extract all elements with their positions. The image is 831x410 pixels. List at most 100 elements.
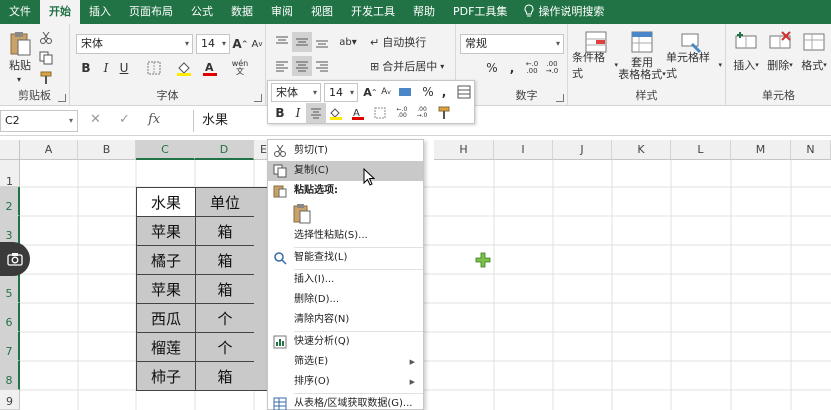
insert-cells-button[interactable]: 插入 ▾ — [730, 58, 762, 72]
comma-button[interactable]: , — [502, 58, 522, 78]
column-header-l[interactable]: L — [671, 140, 731, 160]
cell-d2[interactable]: 单位 — [195, 187, 255, 217]
align-center-icon[interactable] — [292, 56, 312, 76]
cell-c8[interactable]: 柿子 — [136, 361, 196, 391]
phonetic-guide-button[interactable]: wén 文 — [230, 58, 250, 78]
mini-italic-button[interactable]: I — [288, 103, 308, 123]
column-header-c[interactable]: C — [136, 140, 195, 160]
mini-increase-decimal-icon[interactable]: ←.0.00 — [392, 103, 412, 123]
column-header-i[interactable]: I — [494, 140, 553, 160]
mini-decrease-decimal-icon[interactable]: .00 →.0 — [412, 103, 432, 123]
enter-icon[interactable]: ✓ — [119, 112, 130, 127]
menu-item-smart-lookup[interactable]: 智能查找(L) — [268, 248, 423, 268]
align-left-icon[interactable] — [272, 56, 292, 76]
insert-function-icon[interactable]: fx — [148, 112, 160, 127]
tab-review[interactable]: 审阅 — [262, 0, 302, 24]
fill-color-icon[interactable] — [174, 58, 194, 78]
tab-page-layout[interactable]: 页面布局 — [120, 0, 182, 24]
tell-me-search[interactable]: 操作说明搜索 — [536, 0, 613, 24]
column-header-d[interactable]: D — [195, 140, 254, 160]
orientation-icon[interactable]: ab▾ — [338, 32, 358, 52]
italic-button[interactable]: I — [96, 58, 116, 78]
align-right-icon[interactable] — [312, 56, 332, 76]
paste-button[interactable]: 粘贴 — [2, 58, 38, 72]
cell-c3[interactable]: 苹果 — [136, 216, 196, 246]
tab-insert[interactable]: 插入 — [80, 0, 120, 24]
cancel-icon[interactable]: ✕ — [90, 112, 101, 127]
cell-d8[interactable]: 箱 — [195, 361, 255, 391]
format-cells-button[interactable]: 格式 ▾ — [798, 58, 830, 72]
cell-d7[interactable]: 个 — [195, 332, 255, 362]
delete-cells-icon[interactable] — [768, 30, 792, 54]
row-header-7[interactable]: 7 — [0, 332, 20, 361]
cell-d3[interactable]: 箱 — [195, 216, 255, 246]
select-all-corner[interactable] — [0, 140, 20, 160]
cell-d4[interactable]: 箱 — [195, 245, 255, 275]
row-header-8[interactable]: 8 — [0, 361, 20, 390]
menu-item-get-data-from-table[interactable]: 从表格/区域获取数据(G)... — [268, 394, 423, 410]
row-header-2[interactable]: 2 — [0, 187, 20, 216]
underline-button[interactable]: U — [114, 58, 134, 78]
merge-center-button[interactable]: ⊞ 合并后居中 ▾ — [370, 58, 444, 74]
mini-center-icon[interactable] — [306, 103, 326, 123]
row-header-3[interactable]: 3 — [0, 216, 20, 245]
align-middle-icon[interactable] — [292, 32, 312, 52]
wrap-text-button[interactable]: ↵ 自动换行 — [370, 34, 426, 50]
tab-data[interactable]: 数据 — [222, 0, 262, 24]
font-size-combo[interactable]: 14 ▾ — [196, 34, 230, 54]
menu-item-quick-analysis[interactable]: 快速分析(Q) — [268, 332, 423, 352]
format-as-table-button[interactable]: 表格格式 ▾ — [616, 68, 668, 81]
mini-format-painter-icon[interactable] — [434, 103, 454, 123]
menu-item-sort[interactable]: 排序(O) ▶ — [268, 372, 423, 392]
row-header-5[interactable]: 5 — [0, 274, 20, 303]
column-header-m[interactable]: M — [731, 140, 791, 160]
cell-c5[interactable]: 苹果 — [136, 274, 196, 304]
mini-fill-color-icon[interactable] — [326, 103, 346, 123]
tab-developer[interactable]: 开发工具 — [342, 0, 404, 24]
column-header-a[interactable]: A — [20, 140, 78, 160]
tab-file[interactable]: 文件 — [0, 0, 40, 24]
tab-pdf-tools[interactable]: PDF工具集 — [444, 0, 516, 24]
menu-item-clear-contents[interactable]: 清除内容(N) — [268, 310, 423, 330]
number-format-combo[interactable]: 常规 ▾ — [460, 34, 564, 54]
name-box[interactable]: C2 ▾ — [0, 110, 78, 132]
tab-home[interactable]: 开始 — [40, 0, 80, 24]
format-cells-icon[interactable] — [802, 30, 826, 54]
font-name-combo[interactable]: 宋体 ▾ — [76, 34, 193, 54]
menu-item-cut[interactable]: 剪切(T) — [268, 141, 423, 161]
column-header-k[interactable]: K — [612, 140, 671, 160]
conditional-format-button[interactable]: 条件格式 ▾ — [572, 51, 618, 80]
font-launcher-icon[interactable] — [254, 94, 262, 102]
cell-c7[interactable]: 榴莲 — [136, 332, 196, 362]
tab-view[interactable]: 视图 — [302, 0, 342, 24]
align-bottom-icon[interactable] — [312, 32, 332, 52]
paste-icon[interactable] — [8, 30, 32, 56]
decrease-decimal-icon[interactable]: .00 →.0 — [542, 58, 562, 78]
mini-bold-button[interactable]: B — [270, 103, 290, 123]
mini-comma-button[interactable]: , — [434, 82, 454, 102]
paste-dropdown-icon[interactable]: ▾ — [14, 74, 24, 84]
cell-styles-button[interactable]: 单元格样式 ▾ — [666, 51, 722, 80]
tab-help[interactable]: 帮助 — [404, 0, 444, 24]
menu-item-delete[interactable]: 删除(D)... — [268, 290, 423, 310]
tab-formulas[interactable]: 公式 — [182, 0, 222, 24]
column-header-h[interactable]: H — [434, 140, 494, 160]
mini-font-combo[interactable]: 宋体 ▾ — [271, 83, 321, 102]
cell-c6[interactable]: 西瓜 — [136, 303, 196, 333]
clipboard-launcher-icon[interactable] — [58, 94, 66, 102]
increase-decimal-icon[interactable]: ←.0.00 — [522, 58, 542, 78]
menu-item-filter[interactable]: 筛选(E) ▶ — [268, 352, 423, 372]
copy-icon[interactable] — [36, 48, 56, 68]
bold-button[interactable]: B — [76, 58, 96, 78]
paste-option-button[interactable] — [292, 203, 314, 225]
font-color-icon[interactable]: A — [200, 58, 220, 78]
format-painter-icon[interactable] — [36, 68, 56, 88]
insert-cells-icon[interactable] — [734, 30, 758, 54]
row-header-6[interactable]: 6 — [0, 303, 20, 332]
delete-cells-button[interactable]: 删除 ▾ — [764, 58, 796, 72]
cell-c4[interactable]: 橘子 — [136, 245, 196, 275]
scissors-icon[interactable] — [36, 28, 56, 48]
mini-shrink-font-button[interactable]: Av — [376, 82, 396, 102]
mini-size-combo[interactable]: 14 ▾ — [324, 83, 358, 102]
mini-table-icon[interactable] — [454, 82, 474, 102]
